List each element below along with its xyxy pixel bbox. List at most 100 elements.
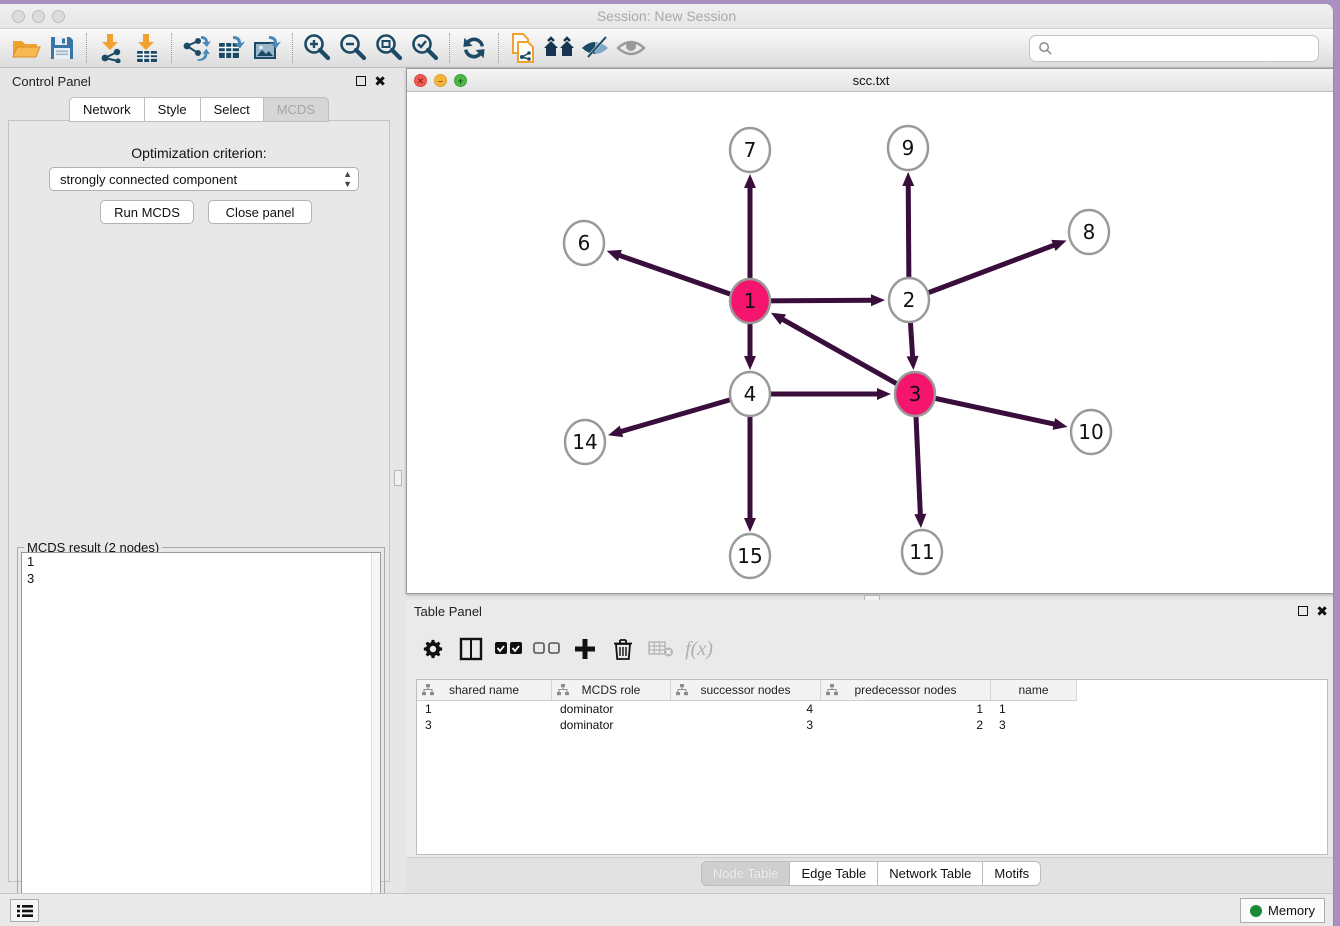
open-session-icon[interactable] — [8, 31, 44, 65]
toolbar-separator — [171, 33, 172, 63]
node-table[interactable]: shared name MCDS role successor nodes prede… — [416, 679, 1328, 855]
table-cell[interactable]: 1 — [417, 701, 552, 717]
table-panel-title: Table Panel — [414, 604, 482, 619]
graph-node-label: 14 — [572, 430, 597, 454]
result-line: 3 — [22, 570, 380, 587]
control-panel-header: Control Panel ✖ — [4, 70, 394, 94]
graph-node-label: 8 — [1083, 220, 1096, 244]
table-cell[interactable]: 3 — [671, 717, 821, 733]
table-cell[interactable]: dominator — [552, 701, 671, 717]
float-panel-icon[interactable] — [1298, 606, 1308, 616]
graph-node-label: 7 — [744, 138, 757, 162]
network-window-titlebar[interactable]: ✕ – + scc.txt — [407, 69, 1334, 92]
table-panel-tabs: Node TableEdge TableNetwork TableMotifs — [406, 861, 1334, 886]
save-session-icon[interactable] — [44, 31, 80, 65]
list-icon — [17, 904, 33, 918]
deselect-all-icon[interactable] — [528, 632, 566, 666]
table-cell[interactable]: 3 — [991, 717, 1077, 733]
table-settings-icon[interactable] — [414, 632, 452, 666]
table-cell[interactable]: 4 — [671, 701, 821, 717]
export-table-icon[interactable] — [214, 31, 250, 65]
select-all-icon[interactable] — [490, 632, 528, 666]
edge-2-8[interactable] — [909, 245, 1055, 300]
table-cell[interactable]: 1 — [821, 701, 991, 717]
column-header-label: predecessor nodes — [854, 683, 956, 697]
column-header-shared-name[interactable]: shared name — [417, 680, 552, 701]
tab-network[interactable]: Network — [69, 97, 144, 122]
network-view-window: ✕ – + scc.txt 7968124314101511 — [406, 68, 1334, 594]
tab-select[interactable]: Select — [200, 97, 263, 122]
zoom-fit-icon[interactable] — [371, 31, 407, 65]
network-window-title: scc.txt — [407, 73, 1334, 88]
copy-network-icon[interactable] — [505, 31, 541, 65]
tab-node-table[interactable]: Node Table — [701, 861, 790, 886]
table-row[interactable]: 3dominator323 — [417, 717, 1327, 733]
edge-arrowhead — [607, 250, 622, 261]
close-panel-button[interactable]: Close panel — [208, 200, 312, 224]
graph-node-label: 3 — [909, 382, 922, 406]
table-toolbar: f(x) — [414, 630, 718, 668]
close-panel-icon[interactable]: ✖ — [1316, 603, 1328, 620]
column-header-name[interactable]: name — [991, 680, 1077, 701]
function-builder-icon: f(x) — [680, 632, 718, 666]
run-mcds-button[interactable]: Run MCDS — [100, 200, 194, 224]
column-header-MCDS-role[interactable]: MCDS role — [552, 680, 671, 701]
zoom-in-icon[interactable] — [299, 31, 335, 65]
table-cell[interactable]: 3 — [417, 717, 552, 733]
tab-edge-table[interactable]: Edge Table — [789, 861, 877, 886]
column-header-label: successor nodes — [700, 683, 790, 697]
tab-style[interactable]: Style — [144, 97, 200, 122]
edge-arrowhead — [608, 426, 623, 438]
status-bar: Memory — [0, 893, 1333, 926]
edge-3-10[interactable] — [915, 394, 1056, 424]
edge-arrowhead — [877, 388, 891, 400]
import-table-icon[interactable] — [129, 31, 165, 65]
refresh-icon[interactable] — [456, 31, 492, 65]
search-input[interactable] — [1053, 41, 1318, 56]
table-cell[interactable]: 2 — [821, 717, 991, 733]
task-history-button[interactable] — [10, 899, 39, 922]
first-neighbors-icon[interactable] — [541, 31, 577, 65]
column-header-label: shared name — [449, 683, 519, 697]
toolbar-separator — [86, 33, 87, 63]
table-cell[interactable]: dominator — [552, 717, 671, 733]
column-header-successor-nodes[interactable]: successor nodes — [671, 680, 821, 701]
search-box — [1029, 35, 1319, 62]
close-panel-icon[interactable]: ✖ — [374, 73, 386, 90]
table-row[interactable]: 1dominator411 — [417, 701, 1327, 717]
optimization-criterion-select[interactable]: strongly connected component ▲▼ — [49, 167, 359, 191]
hide-selected-icon[interactable] — [577, 31, 613, 65]
import-network-icon[interactable] — [93, 31, 129, 65]
edge-arrowhead — [1051, 240, 1066, 251]
edge-arrowhead — [744, 518, 756, 532]
window-title: Session: New Session — [0, 8, 1333, 24]
application-window: Session: New Session — [0, 4, 1334, 926]
zoom-out-icon[interactable] — [335, 31, 371, 65]
tab-network-table[interactable]: Network Table — [877, 861, 982, 886]
graph-node-label: 15 — [737, 544, 762, 568]
tab-motifs[interactable]: Motifs — [982, 861, 1041, 886]
result-scrollbar[interactable] — [371, 553, 380, 924]
network-canvas[interactable]: 7968124314101511 — [407, 92, 1334, 593]
add-row-icon[interactable] — [566, 632, 604, 666]
table-cell[interactable]: 1 — [991, 701, 1077, 717]
toolbar-separator — [292, 33, 293, 63]
export-network-icon[interactable] — [178, 31, 214, 65]
vertical-splitter-grip[interactable] — [394, 470, 402, 486]
column-manager-icon[interactable] — [452, 632, 490, 666]
table-panel: Table Panel ✖ — [406, 600, 1334, 894]
zoom-selected-icon[interactable] — [407, 31, 443, 65]
export-image-icon[interactable] — [250, 31, 286, 65]
mcds-result-list[interactable]: 13 — [21, 552, 381, 925]
edge-3-1[interactable] — [781, 319, 915, 394]
delete-icon[interactable] — [604, 632, 642, 666]
edge-arrowhead — [744, 174, 756, 188]
show-hidden-icon[interactable] — [613, 31, 649, 65]
column-header-predecessor-nodes[interactable]: predecessor nodes — [821, 680, 991, 701]
tab-mcds[interactable]: MCDS — [263, 97, 329, 122]
float-panel-icon[interactable] — [356, 76, 366, 86]
control-panel-title: Control Panel — [12, 74, 91, 89]
main-toolbar — [0, 28, 1333, 68]
table-panel-header: Table Panel ✖ — [406, 600, 1334, 624]
memory-button[interactable]: Memory — [1240, 898, 1325, 923]
